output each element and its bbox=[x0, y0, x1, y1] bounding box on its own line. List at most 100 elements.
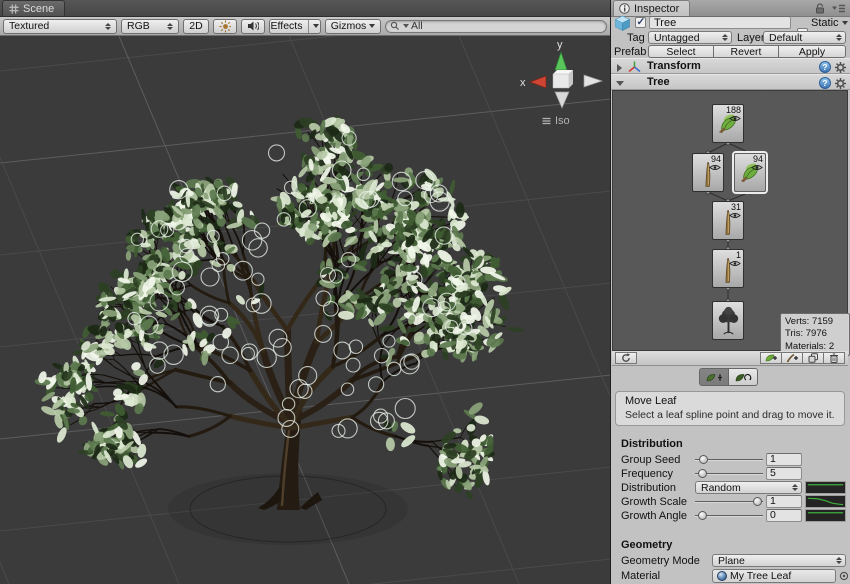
orientation-gizmo[interactable]: y x bbox=[512, 36, 610, 114]
foldout-open-icon[interactable] bbox=[616, 81, 624, 86]
branch-group-node-31[interactable]: 31 bbox=[712, 201, 744, 240]
gizmo-cube-front[interactable] bbox=[553, 74, 569, 88]
distribution-curve-preview[interactable] bbox=[805, 481, 846, 494]
help-icon[interactable]: ? bbox=[819, 77, 831, 89]
search-icon bbox=[390, 21, 401, 31]
tool-help-box: Move Leaf Select a leaf spline point and… bbox=[615, 391, 845, 426]
move-leaf-tool-button[interactable] bbox=[699, 368, 729, 386]
chevron-down-icon bbox=[369, 24, 375, 28]
tag-dropdown[interactable]: Untagged bbox=[648, 31, 732, 44]
lock-icon[interactable] bbox=[815, 3, 825, 14]
info-icon bbox=[619, 3, 630, 14]
eye-icon[interactable] bbox=[729, 212, 741, 219]
effects-arrow-segment[interactable] bbox=[308, 20, 319, 33]
geometry-mode-dropdown[interactable]: Plane bbox=[712, 554, 846, 567]
iso-lines-icon bbox=[542, 117, 551, 125]
2d-toggle-button[interactable]: 2D bbox=[183, 19, 209, 34]
gizmo-projection-toggle[interactable]: Iso bbox=[542, 115, 570, 127]
growth-scale-label: Growth Scale bbox=[621, 496, 687, 508]
eye-icon[interactable] bbox=[729, 115, 741, 122]
add-branch-group-button[interactable] bbox=[781, 352, 803, 364]
growth-scale-slider[interactable] bbox=[695, 495, 763, 508]
effects-label: Effects bbox=[271, 20, 303, 32]
search-filter-arrow-icon bbox=[403, 24, 409, 28]
tree-root-node[interactable] bbox=[712, 301, 744, 340]
prefab-select-button[interactable]: Select bbox=[648, 45, 714, 58]
geometry-mode-label: Geometry Mode bbox=[621, 555, 700, 567]
group-seed-slider[interactable] bbox=[695, 453, 763, 466]
growth-scale-curve-preview[interactable] bbox=[805, 495, 846, 508]
leaf-group-node-selected[interactable]: 94 bbox=[734, 153, 766, 192]
effects-dropdown[interactable]: Effects bbox=[269, 19, 321, 34]
foldout-closed-icon[interactable] bbox=[617, 64, 622, 72]
growth-angle-slider[interactable] bbox=[695, 509, 763, 522]
distribution-mode-dropdown[interactable]: Random bbox=[695, 481, 802, 494]
scene-search-input[interactable]: All bbox=[385, 20, 607, 33]
distribution-mode-value: Random bbox=[701, 482, 741, 494]
speaker-icon bbox=[247, 20, 259, 32]
leaf-group-node-top[interactable]: 188 bbox=[712, 104, 744, 143]
audio-toggle-button[interactable] bbox=[241, 19, 265, 34]
prefab-apply-button[interactable]: Apply bbox=[778, 45, 846, 58]
eye-icon[interactable] bbox=[709, 164, 721, 171]
unity-editor-window: Scene Textured RGB 2D bbox=[0, 0, 850, 584]
duplicate-node-button[interactable] bbox=[802, 352, 824, 364]
shading-mode-value: Textured bbox=[9, 20, 49, 32]
tree-editor-toolbar bbox=[612, 351, 848, 366]
dropdown-arrows-icon bbox=[792, 484, 798, 491]
prefab-revert-button[interactable]: Revert bbox=[713, 45, 779, 58]
growth-angle-row: Growth Angle 0 bbox=[611, 509, 850, 522]
tree-component-header[interactable]: Tree ? bbox=[611, 74, 850, 90]
gear-icon[interactable] bbox=[835, 62, 846, 73]
gizmo-y-axis-cone[interactable] bbox=[555, 52, 567, 70]
tool-help-description: Select a leaf spline point and drag to m… bbox=[625, 409, 835, 421]
growth-angle-value[interactable]: 0 bbox=[766, 509, 802, 522]
tab-scene[interactable]: Scene bbox=[2, 0, 65, 16]
active-checkbox[interactable] bbox=[635, 17, 646, 28]
frequency-slider[interactable] bbox=[695, 467, 763, 480]
growth-angle-curve-preview[interactable] bbox=[805, 509, 846, 522]
branch-group-node-mid[interactable]: 94 bbox=[692, 153, 724, 192]
tree-title: Tree bbox=[647, 76, 670, 88]
shading-mode-dropdown[interactable]: Textured bbox=[3, 19, 117, 34]
gizmo-right-axis-cone[interactable] bbox=[584, 75, 602, 87]
material-row: Material My Tree Leaf bbox=[611, 569, 850, 583]
static-dropdown-arrow-icon[interactable] bbox=[842, 21, 848, 25]
gameobject-name-field[interactable]: Tree bbox=[649, 16, 791, 29]
tab-inspector[interactable]: Inspector bbox=[613, 0, 690, 16]
transform-title: Transform bbox=[647, 60, 701, 72]
gizmo-down-axis-cone[interactable] bbox=[555, 92, 569, 108]
move-leaf-icon bbox=[705, 371, 723, 384]
growth-scale-row: Growth Scale 1 bbox=[611, 495, 850, 508]
group-seed-value[interactable]: 1 bbox=[766, 453, 802, 466]
refresh-button[interactable] bbox=[615, 352, 637, 364]
transform-component-header[interactable]: Transform ? bbox=[611, 58, 850, 74]
tag-value: Untagged bbox=[654, 32, 700, 44]
gizmos-dropdown[interactable]: Gizmos bbox=[325, 19, 381, 34]
rotate-leaf-tool-button[interactable] bbox=[728, 368, 758, 386]
chevron-down-icon bbox=[313, 24, 319, 28]
tree-hierarchy-editor[interactable]: 188 94 bbox=[612, 90, 848, 351]
scene-viewport[interactable]: y x Iso bbox=[0, 36, 610, 584]
render-channels-dropdown[interactable]: RGB bbox=[121, 19, 179, 34]
node-count: 94 bbox=[711, 154, 721, 164]
grid-icon bbox=[9, 4, 19, 14]
lighting-toggle-button[interactable] bbox=[213, 19, 237, 34]
gear-icon[interactable] bbox=[835, 78, 846, 89]
frequency-value[interactable]: 5 bbox=[766, 467, 802, 480]
eye-icon[interactable] bbox=[751, 164, 763, 171]
delete-node-button[interactable] bbox=[823, 352, 845, 364]
gizmo-x-axis-cone[interactable] bbox=[530, 76, 546, 88]
material-object-field[interactable]: My Tree Leaf bbox=[712, 569, 836, 583]
object-picker-icon[interactable] bbox=[839, 571, 849, 581]
layer-dropdown[interactable]: Default bbox=[763, 31, 846, 44]
panel-menu-icon[interactable] bbox=[832, 4, 845, 13]
scene-render bbox=[0, 36, 610, 584]
prefab-label: Prefab bbox=[614, 46, 646, 58]
scene-panel: Scene Textured RGB 2D bbox=[0, 0, 611, 584]
help-icon[interactable]: ? bbox=[819, 61, 831, 73]
branch-group-node-1[interactable]: 1 bbox=[712, 249, 744, 288]
add-leaf-group-button[interactable] bbox=[760, 352, 782, 364]
eye-icon[interactable] bbox=[729, 260, 741, 267]
growth-scale-value[interactable]: 1 bbox=[766, 495, 802, 508]
